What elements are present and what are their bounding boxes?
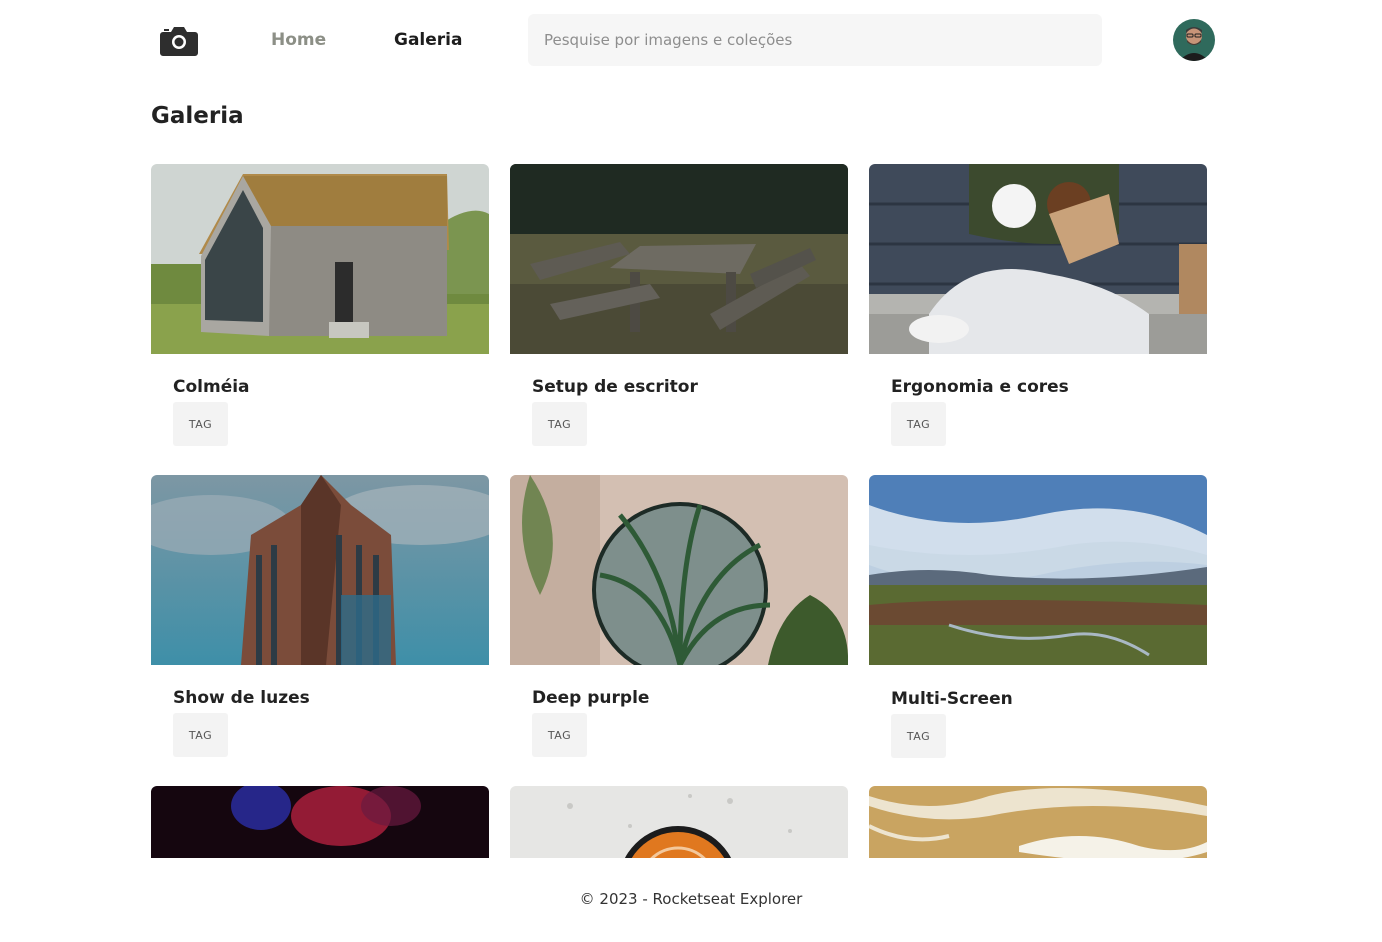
header: Home Galeria	[0, 0, 1382, 82]
card-image	[151, 786, 489, 858]
gallery-card[interactable]: Colméia TAG	[151, 164, 489, 446]
card-title: Deep purple	[532, 688, 650, 708]
gallery-card[interactable]: Deep purple TAG	[510, 475, 848, 757]
card-tag[interactable]: TAG	[173, 713, 228, 757]
card-title: Colméia	[173, 377, 250, 397]
card-image	[869, 475, 1207, 665]
card-title: Ergonomia e cores	[891, 377, 1069, 397]
gallery-card[interactable]: Ergonomia e cores TAG	[869, 164, 1207, 446]
card-image	[510, 475, 848, 665]
card-tag[interactable]: TAG	[532, 402, 587, 446]
gallery-grid: Colméia TAG Setup de escritor TAG Ergono…	[151, 164, 1207, 858]
card-title: Setup de escritor	[532, 377, 698, 397]
card-image	[869, 164, 1207, 354]
card-image	[869, 786, 1207, 858]
card-image	[151, 475, 489, 665]
search-input[interactable]	[528, 14, 1102, 66]
card-image	[510, 786, 848, 858]
card-image	[510, 164, 848, 354]
camera-icon[interactable]	[160, 25, 198, 56]
gallery-card[interactable]: Multi-Screen TAG	[869, 475, 1207, 758]
card-title: Show de luzes	[173, 688, 310, 708]
gallery-card[interactable]	[510, 786, 848, 858]
gallery-card[interactable]	[151, 786, 489, 858]
gallery-card[interactable]: Setup de escritor TAG	[510, 164, 848, 446]
card-image	[151, 164, 489, 354]
card-title: Multi-Screen	[891, 689, 1013, 709]
gallery-card[interactable]	[869, 786, 1207, 858]
nav-home-link[interactable]: Home	[271, 30, 326, 50]
footer-text: © 2023 - Rocketseat Explorer	[579, 890, 803, 908]
user-avatar[interactable]	[1173, 19, 1215, 61]
card-tag[interactable]: TAG	[891, 714, 946, 758]
card-tag[interactable]: TAG	[891, 402, 946, 446]
card-tag[interactable]: TAG	[532, 713, 587, 757]
page-title: Galeria	[151, 103, 244, 129]
gallery-card[interactable]: Show de luzes TAG	[151, 475, 489, 757]
card-tag[interactable]: TAG	[173, 402, 228, 446]
nav-gallery-link[interactable]: Galeria	[394, 30, 462, 50]
